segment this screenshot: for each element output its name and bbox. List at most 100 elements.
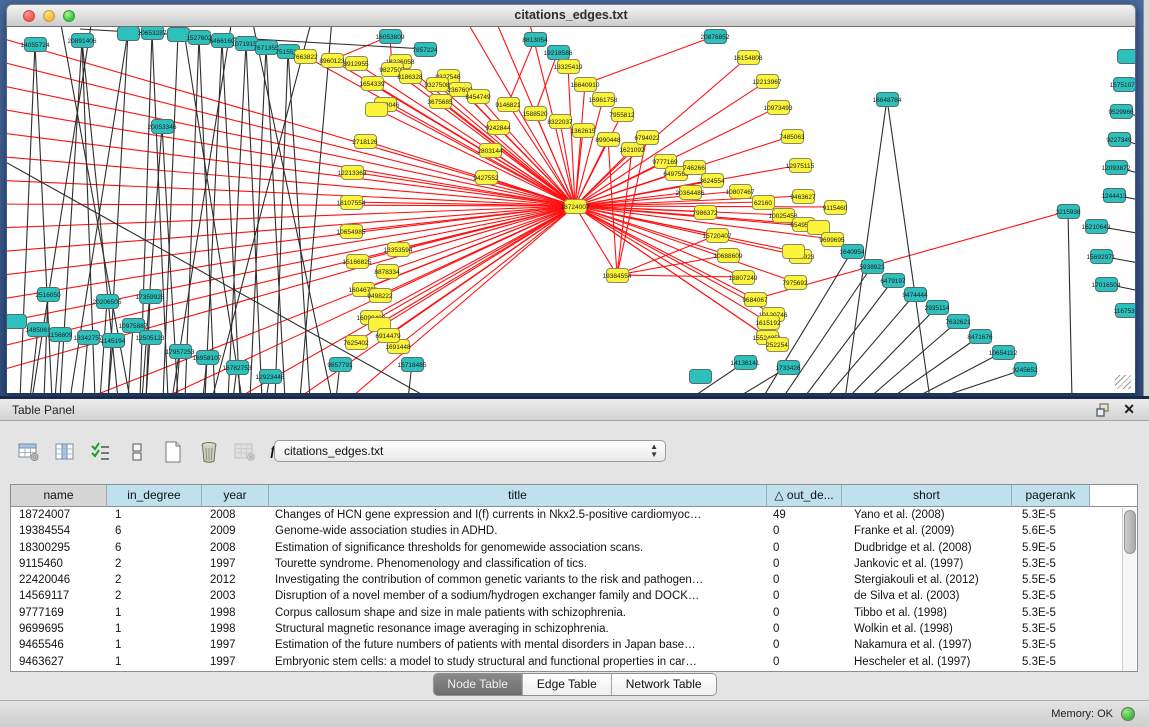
- graph-node[interactable]: 9857791: [329, 357, 352, 372]
- graph-node[interactable]: 1615192: [757, 315, 780, 330]
- graph-node[interactable]: 16648784: [876, 92, 899, 107]
- graph-node[interactable]: 20891406: [71, 33, 94, 48]
- graph-node[interactable]: 5938923: [861, 259, 884, 274]
- tab-network-table[interactable]: Network Table: [612, 674, 716, 695]
- graph-node[interactable]: 6794022: [636, 130, 659, 145]
- graph-node[interactable]: 14055724: [24, 37, 47, 52]
- graph-node[interactable]: 10973493: [767, 100, 790, 115]
- graph-node[interactable]: 7857224: [414, 42, 437, 57]
- graph-node[interactable]: 14136141: [734, 355, 757, 370]
- graph-node[interactable]: 15166825: [346, 254, 369, 269]
- graph-node[interactable]: 1167533: [1115, 303, 1136, 318]
- graph-node[interactable]: 12213967: [756, 74, 779, 89]
- table-row[interactable]: 946362711997Embryonic stem cells: a mode…: [11, 654, 1137, 670]
- graph-node[interactable]: 9699695: [821, 232, 844, 247]
- new-column-icon[interactable]: [158, 438, 188, 466]
- graph-node[interactable]: 9463627: [792, 189, 815, 204]
- graph-node[interactable]: [167, 27, 190, 42]
- graph-node[interactable]: 12923448: [259, 369, 282, 384]
- graph-node[interactable]: 9242844: [487, 120, 510, 135]
- table-scrollbar[interactable]: [1122, 508, 1136, 671]
- column-header-pagerank[interactable]: pagerank: [1012, 485, 1090, 507]
- graph-node[interactable]: 1654339: [361, 76, 384, 91]
- network-window-titlebar[interactable]: citations_edges.txt: [6, 4, 1136, 27]
- graph-node[interactable]: 9115460: [824, 200, 847, 215]
- graph-node[interactable]: 13325419: [557, 59, 580, 74]
- graph-node[interactable]: 18807249: [732, 270, 755, 285]
- memory-status-indicator[interactable]: [1121, 707, 1135, 721]
- graph-node[interactable]: 15720407: [706, 228, 729, 243]
- graph-node[interactable]: 16053809: [379, 29, 402, 44]
- graph-node[interactable]: 8960123: [321, 53, 344, 68]
- table-row[interactable]: 1872400712008Changes of HCN gene express…: [11, 507, 1137, 523]
- graph-node[interactable]: [365, 102, 388, 117]
- graph-node[interactable]: 16782753: [226, 360, 249, 375]
- close-panel-icon[interactable]: ✕: [1123, 401, 1135, 418]
- tab-node-table[interactable]: Node Table: [433, 674, 523, 695]
- graph-node[interactable]: 16154808: [737, 50, 760, 65]
- table-options-icon[interactable]: [14, 438, 44, 466]
- graph-node[interactable]: 12975115: [789, 158, 812, 173]
- table-row[interactable]: 2242004622012Investigating the contribut…: [11, 572, 1137, 588]
- graph-node[interactable]: 6466160: [211, 33, 234, 48]
- graph-node[interactable]: 12505123: [139, 330, 162, 345]
- graph-node[interactable]: 19384554: [606, 268, 629, 283]
- table-row[interactable]: 911546021997Tourette syndrome. Phenomeno…: [11, 556, 1137, 572]
- graph-node[interactable]: 7671355: [255, 40, 278, 55]
- column-header-title[interactable]: title: [269, 485, 767, 507]
- column-header-in_degree[interactable]: in_degree: [107, 485, 202, 507]
- graph-node[interactable]: 2516050: [37, 287, 60, 302]
- column-header-name[interactable]: name: [11, 485, 107, 507]
- graph-node[interactable]: 3215938: [1057, 204, 1080, 219]
- graph-node[interactable]: 9245652: [1014, 362, 1037, 377]
- graph-node[interactable]: 1527602: [188, 30, 211, 45]
- table-scrollbar-thumb[interactable]: [1124, 510, 1136, 554]
- table-row[interactable]: 969969511998Structural magnetic resonanc…: [11, 621, 1137, 637]
- graph-node[interactable]: 9227349: [1108, 132, 1131, 147]
- table-row[interactable]: 946554611997Estimation of the future num…: [11, 637, 1137, 653]
- show-columns-icon[interactable]: [50, 438, 80, 466]
- graph-node[interactable]: 17957253: [169, 344, 192, 359]
- graph-node[interactable]: 10807467: [729, 184, 752, 199]
- graph-node[interactable]: 9146821: [497, 97, 520, 112]
- graph-node[interactable]: 8878334: [376, 264, 399, 279]
- column-header-out_de[interactable]: △ out_de...: [767, 485, 842, 507]
- table-row[interactable]: 977716911998Corpus callosum shape and si…: [11, 605, 1137, 621]
- graph-node[interactable]: 1362615: [572, 123, 595, 138]
- graph-node[interactable]: 8813054: [524, 32, 547, 47]
- graph-node[interactable]: 19218586: [547, 45, 570, 60]
- graph-node[interactable]: 1733426: [777, 360, 800, 375]
- graph-node[interactable]: 9529966: [1110, 104, 1133, 119]
- graph-node[interactable]: 8471676: [969, 329, 992, 344]
- table-selector-dropdown[interactable]: citations_edges.txt ▲▼: [274, 440, 666, 462]
- graph-node[interactable]: 746266: [683, 160, 706, 175]
- graph-node[interactable]: 9474444: [904, 287, 927, 302]
- graph-node[interactable]: [1117, 49, 1136, 64]
- graph-node[interactable]: 7975692: [784, 275, 807, 290]
- graph-node[interactable]: 2935114: [926, 300, 949, 315]
- graph-node[interactable]: 20364486: [679, 185, 702, 200]
- graph-node[interactable]: 1588520: [524, 106, 547, 121]
- window-resize-grip[interactable]: [1115, 375, 1131, 389]
- graph-node[interactable]: 16640910: [574, 77, 597, 92]
- graph-node[interactable]: 10654985: [340, 224, 363, 239]
- tab-edge-table[interactable]: Edge Table: [523, 674, 612, 695]
- graph-node[interactable]: 8912955: [345, 56, 368, 71]
- graph-node[interactable]: 7986372: [694, 205, 717, 220]
- graph-node[interactable]: 16961758: [592, 92, 615, 107]
- graph-node[interactable]: 15692971: [1090, 249, 1113, 264]
- graph-node[interactable]: 7485063: [781, 129, 804, 144]
- graph-node[interactable]: 10688609: [717, 248, 740, 263]
- table-row[interactable]: 1456911722003Disruption of a novel membe…: [11, 588, 1137, 604]
- graph-node[interactable]: 13353594: [387, 242, 410, 257]
- graph-node[interactable]: 1485061: [27, 322, 50, 337]
- graph-node[interactable]: 7663822: [294, 49, 317, 64]
- graph-node[interactable]: 12093872: [1105, 160, 1128, 175]
- graph-node[interactable]: 20876852: [704, 29, 727, 44]
- graph-node[interactable]: 3624554: [701, 173, 724, 188]
- graph-node[interactable]: 7955812: [611, 107, 634, 122]
- graph-node[interactable]: 17359928: [139, 289, 162, 304]
- graph-node[interactable]: 15751074: [1113, 77, 1136, 92]
- table-row[interactable]: 1830029562008Estimation of significance …: [11, 540, 1137, 556]
- graph-node[interactable]: 18724007: [564, 199, 587, 214]
